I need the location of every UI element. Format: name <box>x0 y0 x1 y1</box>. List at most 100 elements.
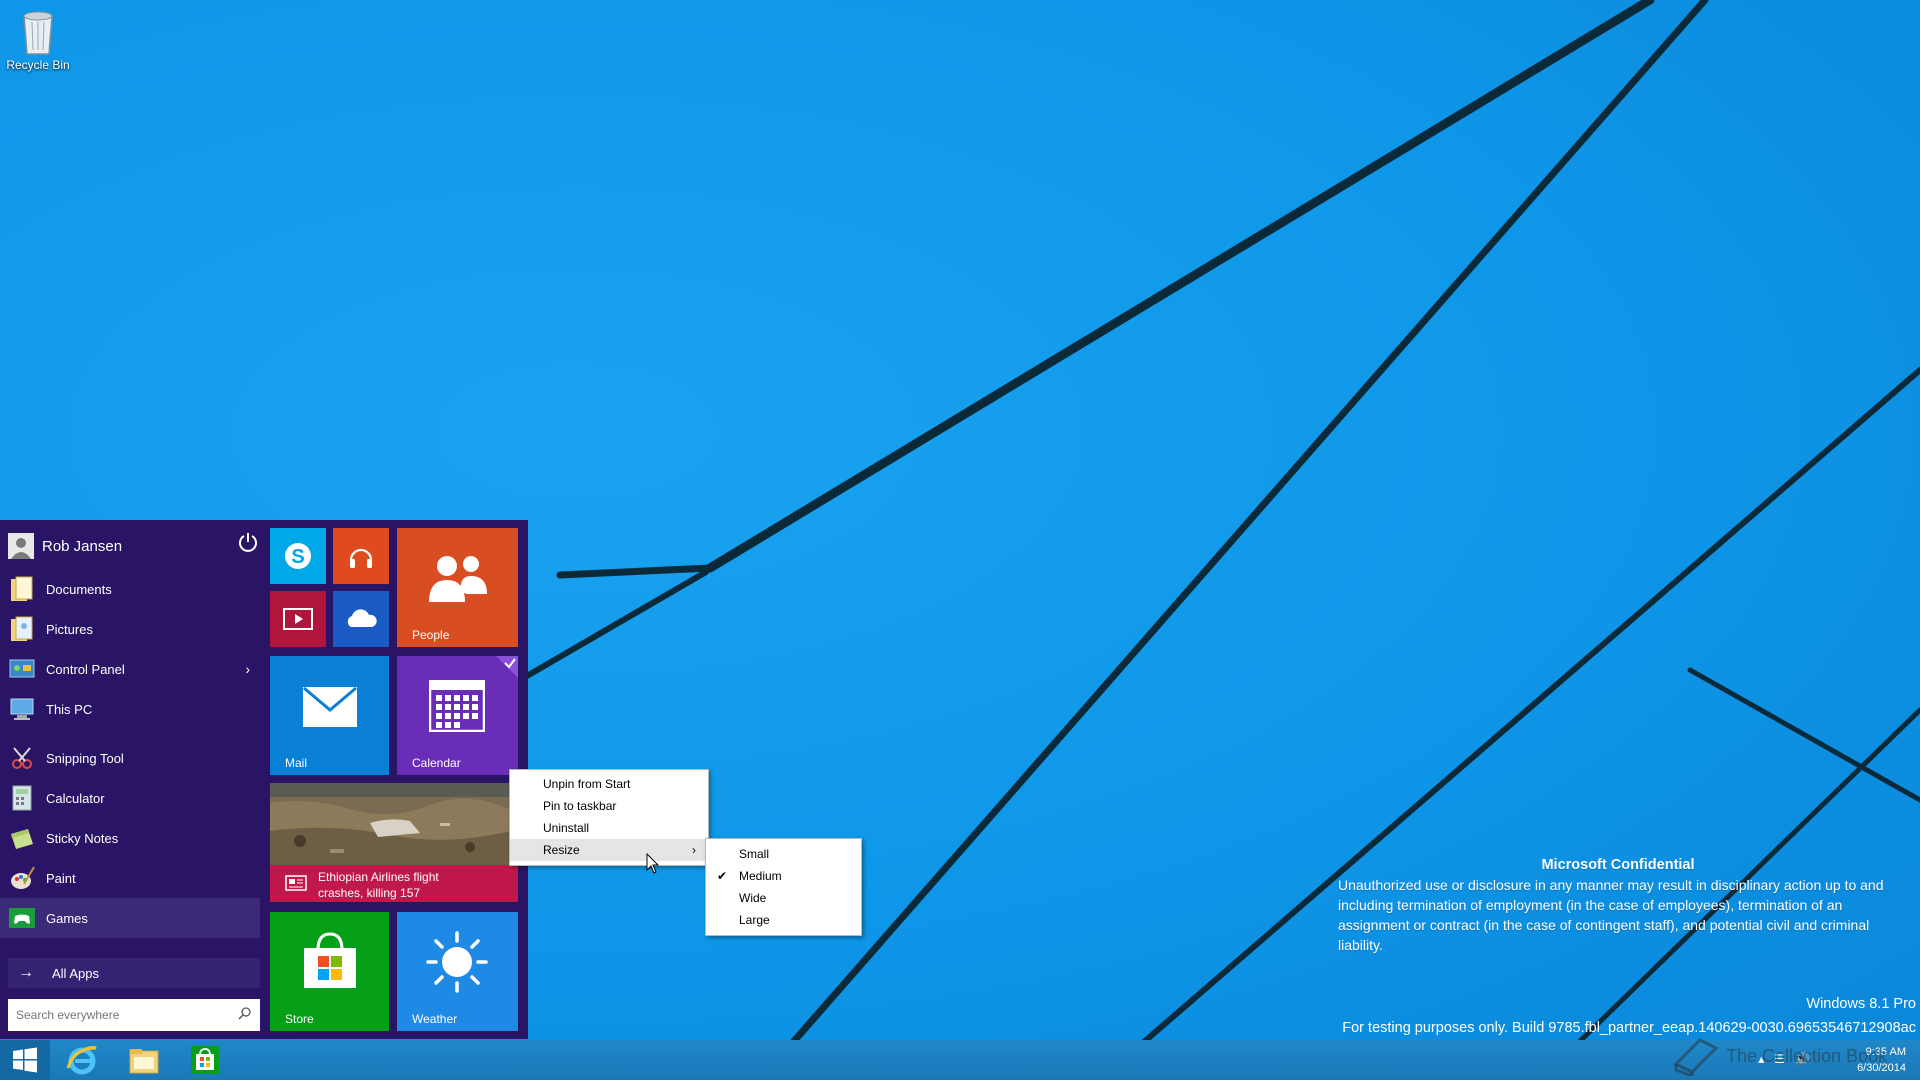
start-item-pictures[interactable]: Pictures <box>0 609 260 649</box>
tile-label: Weather <box>412 1012 458 1026</box>
cloud-icon <box>347 609 377 627</box>
tile-label: Store <box>285 1012 314 1026</box>
tile-music[interactable] <box>333 528 389 584</box>
shopping-bag-icon <box>304 932 356 988</box>
documents-folder-icon <box>11 576 33 601</box>
start-item-label: Games <box>46 910 88 926</box>
tile-store[interactable]: Store <box>270 912 389 1031</box>
confidential-notice: Microsoft Confidential Unauthorized use … <box>1338 855 1898 955</box>
recycle-bin[interactable]: Recycle Bin <box>6 6 70 72</box>
confidential-body: Unauthorized use or disclosure in any ma… <box>1338 877 1884 953</box>
checkmark-icon: ✔ <box>717 869 728 883</box>
paint-icon <box>11 866 35 889</box>
tile-video[interactable] <box>270 591 326 647</box>
tile-mail[interactable]: Mail <box>270 656 389 775</box>
recycle-bin-icon <box>23 11 53 55</box>
calendar-icon <box>429 680 485 732</box>
menu-item-label: Wide <box>739 891 767 905</box>
windows-logo-icon <box>13 1047 37 1073</box>
start-item-calculator[interactable]: Calculator <box>0 778 260 818</box>
search-icon[interactable] <box>238 1006 252 1020</box>
selected-check-icon <box>496 656 518 678</box>
tile-onedrive[interactable] <box>333 591 389 647</box>
video-icon <box>283 608 313 630</box>
power-icon[interactable] <box>236 530 260 554</box>
resize-option-large[interactable]: Large <box>706 909 861 931</box>
pictures-folder-icon <box>11 616 33 641</box>
start-item-this-pc[interactable]: This PC <box>0 689 260 729</box>
start-item-control-panel[interactable]: Control Panel › <box>0 649 260 689</box>
menu-item-label: Resize <box>543 843 580 857</box>
user-avatar-icon <box>8 533 34 559</box>
headphones-icon <box>349 548 373 568</box>
build-string: For testing purposes only. Build 9785.fb… <box>1342 1020 1916 1036</box>
desktop[interactable]: Recycle Bin Rob Jansen Documents Picture… <box>0 0 1920 1080</box>
news-headline-line: crashes, killing 157 <box>318 886 421 900</box>
internet-explorer-icon <box>66 1046 97 1075</box>
submenu-arrow-icon: › <box>692 843 696 857</box>
start-menu-list: Documents Pictures Control Panel › This … <box>0 569 260 938</box>
resize-option-small[interactable]: Small <box>706 843 861 865</box>
start-item-sticky-notes[interactable]: Sticky Notes <box>0 818 260 858</box>
menu-item-label: Small <box>739 847 770 861</box>
menu-item-resize[interactable]: Resize › <box>510 839 708 861</box>
start-item-label: Sticky Notes <box>46 830 119 846</box>
tile-label: People <box>412 628 450 642</box>
chevron-right-icon: › <box>245 661 250 677</box>
start-item-label: Control Panel <box>46 661 125 677</box>
start-item-documents[interactable]: Documents <box>0 569 260 609</box>
confidential-title: Microsoft Confidential <box>1541 857 1695 873</box>
taskbar-store[interactable] <box>175 1040 235 1080</box>
menu-item-label: Medium <box>739 869 782 883</box>
taskbar-internet-explorer[interactable] <box>52 1040 112 1080</box>
file-explorer-icon <box>129 1049 159 1074</box>
snipping-tool-icon <box>12 747 32 769</box>
tile-people[interactable]: People <box>397 528 518 647</box>
mouse-cursor-icon <box>646 853 660 874</box>
control-panel-icon <box>9 659 35 678</box>
windows-edition: Windows 8.1 Pro <box>1806 996 1916 1012</box>
tile-weather[interactable]: Weather <box>397 912 518 1031</box>
skype-icon: S <box>285 543 311 569</box>
start-item-label: Pictures <box>46 621 93 637</box>
mail-icon <box>303 686 357 727</box>
start-item-snipping-tool[interactable]: Snipping Tool <box>0 738 260 778</box>
tile-calendar[interactable]: Calendar <box>397 656 518 775</box>
search-input[interactable] <box>8 1007 228 1023</box>
tile-news[interactable]: Ethiopian Airlines flight crashes, killi… <box>270 783 518 902</box>
start-item-label: Paint <box>46 870 76 886</box>
resize-submenu: Small ✔ Medium Wide Large <box>705 838 862 936</box>
watermark: The Collection Book <box>1672 1036 1887 1076</box>
start-item-label: Calculator <box>46 790 105 806</box>
start-item-label: Documents <box>46 581 112 597</box>
taskbar-file-explorer[interactable] <box>114 1040 174 1080</box>
computer-icon <box>10 698 34 720</box>
menu-item-label: Unpin from Start <box>543 777 631 791</box>
user-account[interactable]: Rob Jansen <box>8 530 258 562</box>
all-apps-label: All Apps <box>52 965 99 981</box>
tile-skype[interactable]: S <box>270 528 326 584</box>
start-button[interactable] <box>0 1040 50 1080</box>
resize-option-medium[interactable]: ✔ Medium <box>706 865 861 887</box>
tile-label: Mail <box>285 756 308 770</box>
news-headline-line: Ethiopian Airlines flight <box>318 870 439 884</box>
search-box[interactable] <box>8 999 260 1031</box>
news-photo <box>270 783 518 865</box>
menu-item-label: Large <box>739 913 770 927</box>
start-item-label: This PC <box>46 701 93 717</box>
sun-icon <box>426 931 488 993</box>
menu-item-label: Pin to taskbar <box>543 799 617 813</box>
store-icon <box>191 1046 219 1074</box>
start-item-games[interactable]: Games <box>0 898 260 938</box>
book-watermark-icon <box>1673 1038 1719 1076</box>
svg-text:S: S <box>291 546 304 568</box>
menu-item-unpin-from-start[interactable]: Unpin from Start <box>510 773 708 795</box>
resize-option-wide[interactable]: Wide <box>706 887 861 909</box>
menu-item-pin-to-taskbar[interactable]: Pin to taskbar <box>510 795 708 817</box>
games-controller-icon <box>9 908 35 928</box>
start-item-paint[interactable]: Paint <box>0 858 260 898</box>
menu-item-uninstall[interactable]: Uninstall <box>510 817 708 839</box>
watermark-text: The Collection Book <box>1726 1045 1888 1066</box>
start-item-label: Snipping Tool <box>46 750 124 766</box>
all-apps-button[interactable]: → All Apps <box>8 958 260 988</box>
